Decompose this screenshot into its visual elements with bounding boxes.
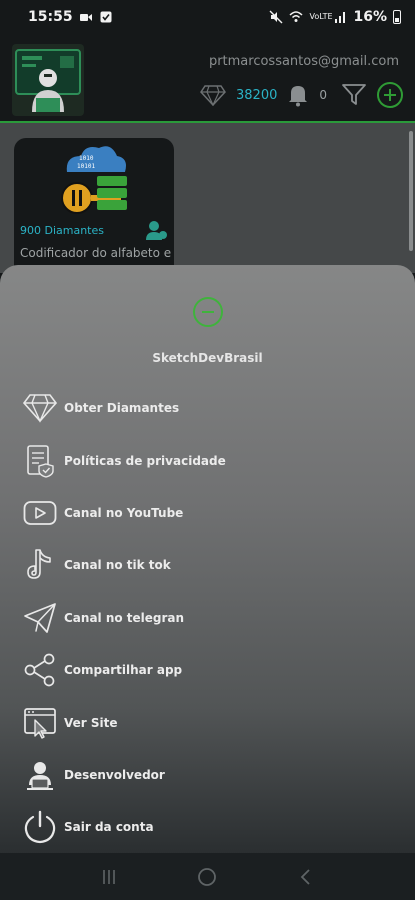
diamond-icon (22, 390, 58, 426)
menu-item-politicas[interactable]: Políticas de privacidade (22, 434, 226, 486)
home-icon[interactable] (197, 867, 217, 887)
developer-icon (22, 757, 58, 793)
card-price: 900 Diamantes (20, 224, 104, 237)
menu-item-sair[interactable]: Sair da conta (22, 801, 226, 853)
menu-label: Sair da conta (64, 820, 154, 835)
menu-label: Obter Diamantes (64, 401, 180, 416)
add-button[interactable] (377, 82, 403, 108)
back-icon[interactable] (297, 868, 315, 886)
collapse-button[interactable] (193, 297, 223, 327)
app-screen: 15:55 VoLTE 16% prtmarcossantos@gmail.co… (0, 0, 415, 900)
menu-label: Canal no YouTube (64, 505, 184, 520)
menu-label: Canal no tik tok (64, 558, 171, 573)
menu-item-compartilhar[interactable]: Compartilhar app (22, 644, 226, 696)
power-icon (22, 809, 58, 845)
menu-item-telegram[interactable]: Canal no telegran (22, 592, 226, 644)
status-time: 15:55 (28, 9, 73, 25)
menu-item-obter-diamantes[interactable]: Obter Diamantes (22, 382, 226, 434)
menu-item-ver-site[interactable]: Ver Site (22, 696, 226, 748)
share-icon (22, 652, 58, 688)
video-camera-icon (79, 14, 92, 21)
svg-text:1010: 1010 (79, 155, 94, 162)
menu-item-youtube[interactable]: Canal no YouTube (22, 487, 226, 539)
drawer-menu: Obter Diamantes Políticas de privacidade… (22, 382, 226, 854)
app-logo (12, 44, 84, 116)
diamond-icon (200, 85, 226, 106)
encoder-thumbnail: 1010 10101 (61, 146, 127, 214)
privacy-document-icon (22, 443, 58, 479)
header-toolbar: 38200 0 (200, 82, 403, 108)
user-email: prtmarcossantos@gmail.com (208, 54, 399, 69)
network-label: VoLTE (309, 12, 333, 21)
menu-label: Compartilhar app (64, 663, 183, 678)
user-account-icon (146, 221, 167, 240)
plus-icon (384, 89, 396, 101)
diamond-balance: 38200 (236, 87, 278, 103)
app-header: prtmarcossantos@gmail.com 38200 0 (0, 34, 415, 122)
card-title: Codificador do alfabeto e (20, 246, 172, 260)
tiktok-icon (22, 547, 58, 583)
product-card[interactable]: 1010 10101 900 Diamantes Codificador do … (14, 138, 174, 273)
website-icon (22, 705, 58, 741)
scrollbar[interactable] (409, 131, 413, 251)
youtube-icon (22, 495, 58, 531)
checkbox-notification-icon (100, 11, 112, 23)
content-area: 1010 10101 900 Diamantes Codificador do … (0, 123, 415, 273)
menu-label: Ver Site (64, 715, 118, 730)
svg-text:10101: 10101 (77, 163, 95, 170)
menu-label: Políticas de privacidade (64, 453, 226, 468)
bottom-drawer: SketchDevBrasil Obter Diamantes Política… (0, 265, 415, 855)
menu-item-desenvolvedor[interactable]: Desenvolvedor (22, 749, 226, 801)
system-nav-bar (0, 853, 415, 900)
drawer-title: SketchDevBrasil (152, 351, 263, 365)
notification-count: 0 (319, 88, 327, 102)
battery-icon (393, 10, 401, 24)
bell-icon[interactable] (287, 83, 309, 107)
wifi-icon (289, 11, 304, 22)
recent-apps-icon[interactable] (100, 868, 118, 886)
signal-icon (335, 12, 346, 23)
battery-percent: 16% (353, 9, 387, 25)
filter-icon[interactable] (341, 83, 367, 107)
telegram-icon (22, 600, 58, 636)
minus-icon (202, 311, 214, 313)
status-bar: 15:55 VoLTE 16% (0, 0, 415, 34)
mute-icon (269, 10, 283, 24)
menu-label: Desenvolvedor (64, 767, 165, 782)
menu-item-tiktok[interactable]: Canal no tik tok (22, 539, 226, 591)
menu-label: Canal no telegran (64, 610, 185, 625)
